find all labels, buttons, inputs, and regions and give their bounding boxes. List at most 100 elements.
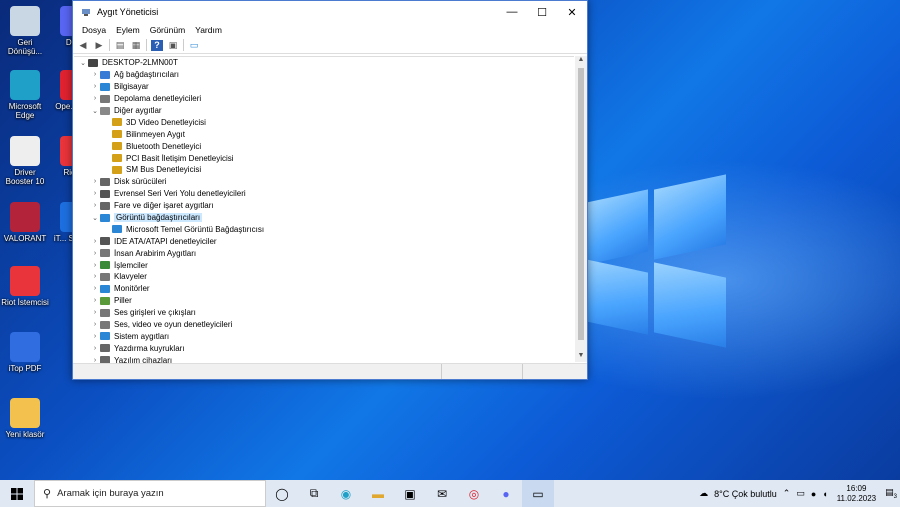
- vertical-scrollbar[interactable]: ▲ ▼: [575, 56, 587, 362]
- tree-item[interactable]: › Depolama denetleyicileri: [74, 93, 574, 105]
- chevron-right-icon[interactable]: ›: [90, 309, 100, 316]
- help-icon[interactable]: ?: [151, 39, 163, 51]
- tree-item[interactable]: Bilinmeyen Aygıt: [74, 128, 574, 140]
- back-arrow-icon[interactable]: ◀: [77, 40, 89, 51]
- tree-item[interactable]: ⌄ Görüntü bağdaştırıcıları: [74, 212, 574, 224]
- chevron-down-icon[interactable]: ⌄: [78, 59, 88, 67]
- desktop-icon[interactable]: VALORANT: [0, 202, 50, 243]
- chevron-right-icon[interactable]: ›: [90, 297, 100, 304]
- scroll-up-icon[interactable]: ▲: [575, 56, 587, 66]
- tree-item[interactable]: › Piller: [74, 295, 574, 307]
- tree-item[interactable]: › IDE ATA/ATAPI denetleyiciler: [74, 235, 574, 247]
- file-explorer-icon[interactable]: ▬: [362, 480, 394, 507]
- title-bar[interactable]: Aygıt Yöneticisi — ☐ ✕: [73, 1, 587, 23]
- chevron-down-icon[interactable]: ⌄: [90, 107, 100, 115]
- desktop-icon[interactable]: Yeni klasör: [0, 398, 50, 439]
- notification-icon[interactable]: ▤3: [882, 487, 900, 500]
- task-view-icon[interactable]: ⧉: [298, 480, 330, 507]
- chevron-right-icon[interactable]: ›: [90, 262, 100, 269]
- desktop-icon[interactable]: Driver Booster 10: [0, 136, 50, 186]
- forward-arrow-icon[interactable]: ▶: [93, 40, 105, 51]
- tree-item[interactable]: › Klavyeler: [74, 271, 574, 283]
- weather-cloud-icon[interactable]: ☁: [696, 488, 711, 499]
- close-button[interactable]: ✕: [557, 1, 587, 23]
- chevron-right-icon[interactable]: ›: [90, 95, 100, 102]
- menu-help[interactable]: Yardım: [190, 25, 227, 35]
- tree-item-label: Microsoft Temel Görüntü Bağdaştırıcısı: [126, 224, 265, 234]
- device-tree[interactable]: ⌄ DESKTOP-2LMN00T › Ağ bağdaştırıcıları › Bil…: [74, 56, 574, 363]
- chevron-right-icon[interactable]: ›: [90, 190, 100, 197]
- search-icon: ⚲: [43, 488, 52, 500]
- tree-item[interactable]: › Ses girişleri ve çıkışları: [74, 307, 574, 319]
- tree-item[interactable]: › Evrensel Seri Veri Yolu denetleyicileri: [74, 188, 574, 200]
- edge-icon[interactable]: ◉: [330, 480, 362, 507]
- tree-item[interactable]: › Fare ve diğer işaret aygıtları: [74, 200, 574, 212]
- chevron-right-icon[interactable]: ›: [90, 321, 100, 328]
- tree-item[interactable]: › Yazdırma kuyrukları: [74, 342, 574, 354]
- maximize-button[interactable]: ☐: [527, 1, 557, 23]
- monitor-scan-icon[interactable]: ▭: [188, 40, 200, 51]
- scroll-thumb[interactable]: [578, 68, 584, 340]
- windows-logo-wallpaper: [586, 174, 726, 348]
- tree-item[interactable]: 3D Video Denetleyicisi: [74, 116, 574, 128]
- network-icon[interactable]: ▭: [793, 488, 808, 499]
- weather-text[interactable]: 8°C Çok bulutlu: [711, 489, 780, 499]
- tree-item[interactable]: PCI Basit İletişim Denetleyicisi: [74, 152, 574, 164]
- tree-item[interactable]: › Bilgisayar: [74, 81, 574, 93]
- chevron-right-icon[interactable]: ›: [90, 178, 100, 185]
- chevron-right-icon[interactable]: ›: [90, 238, 100, 245]
- device-manager-taskbar-icon[interactable]: ▭: [522, 480, 554, 507]
- microphone-icon[interactable]: ●: [808, 489, 819, 499]
- chevron-right-icon[interactable]: ›: [90, 333, 100, 340]
- clock-time: 16:09: [846, 483, 867, 493]
- tree-item[interactable]: › İnsan Arabirim Aygıtları: [74, 247, 574, 259]
- volume-icon[interactable]: ◖: [819, 489, 830, 499]
- cortana-circle-icon[interactable]: ◯: [266, 480, 298, 507]
- tree-item[interactable]: › Sistem aygıtları: [74, 330, 574, 342]
- tree-item[interactable]: › Disk sürücüleri: [74, 176, 574, 188]
- tree-item[interactable]: Bluetooth Denetleyici: [74, 140, 574, 152]
- details-icon[interactable]: ▣: [167, 40, 179, 51]
- tree-item[interactable]: Microsoft Temel Görüntü Bağdaştırıcısı: [74, 223, 574, 235]
- chevron-right-icon[interactable]: ›: [90, 345, 100, 352]
- desktop-icon[interactable]: Geri Dönüşü...: [0, 6, 50, 56]
- scroll-down-icon[interactable]: ▼: [575, 352, 587, 362]
- store-icon[interactable]: ▣: [394, 480, 426, 507]
- device-manager-icon: [82, 9, 90, 16]
- desktop-icon[interactable]: iTop PDF: [0, 332, 50, 373]
- chevron-right-icon[interactable]: ›: [90, 83, 100, 90]
- tree-item[interactable]: › Ses, video ve oyun denetleyicileri: [74, 319, 574, 331]
- opera-icon[interactable]: ◎: [458, 480, 490, 507]
- discord-icon[interactable]: ●: [490, 480, 522, 507]
- device-category-icon: [100, 272, 110, 281]
- chevron-right-icon[interactable]: ›: [90, 71, 100, 78]
- tree-item[interactable]: › İşlemciler: [74, 259, 574, 271]
- menu-file[interactable]: Dosya: [77, 25, 111, 35]
- properties-icon[interactable]: ▤: [114, 40, 126, 51]
- device-manager-window[interactable]: Aygıt Yöneticisi — ☐ ✕ Dosya Eylem Görün…: [72, 0, 588, 380]
- tree-item[interactable]: › Monitörler: [74, 283, 574, 295]
- minimize-button[interactable]: —: [497, 1, 527, 23]
- chevron-right-icon[interactable]: ›: [90, 273, 100, 280]
- tree-item[interactable]: › Yazılım cihazları: [74, 354, 574, 363]
- tree-item[interactable]: ⌄ DESKTOP-2LMN00T: [74, 57, 574, 69]
- start-button[interactable]: [0, 480, 34, 507]
- list-icon[interactable]: ▦: [130, 40, 142, 51]
- desktop-icon[interactable]: Microsoft Edge: [0, 70, 50, 120]
- taskbar-search-box[interactable]: ⚲ Aramak için buraya yazın: [34, 480, 266, 507]
- menu-action[interactable]: Eylem: [111, 25, 145, 35]
- tree-item-label: İnsan Arabirim Aygıtları: [114, 248, 197, 258]
- chevron-right-icon[interactable]: ›: [90, 202, 100, 209]
- tree-item[interactable]: › Ağ bağdaştırıcıları: [74, 69, 574, 81]
- menu-view[interactable]: Görünüm: [145, 25, 190, 35]
- desktop-icon[interactable]: Riot İstemcisi: [0, 266, 50, 307]
- chevron-right-icon[interactable]: ›: [90, 285, 100, 292]
- mail-icon[interactable]: ✉: [426, 480, 458, 507]
- chevron-down-icon[interactable]: ⌄: [90, 214, 100, 222]
- chevron-up-icon[interactable]: ⌃: [780, 488, 794, 499]
- chevron-right-icon[interactable]: ›: [90, 250, 100, 257]
- tree-item-label: Diğer aygıtlar: [114, 106, 162, 115]
- tree-item[interactable]: SM Bus Denetleyicisi: [74, 164, 574, 176]
- tree-item[interactable]: ⌄ Diğer aygıtlar: [74, 105, 574, 117]
- clock[interactable]: 16:09 11.02.2023: [831, 484, 882, 504]
